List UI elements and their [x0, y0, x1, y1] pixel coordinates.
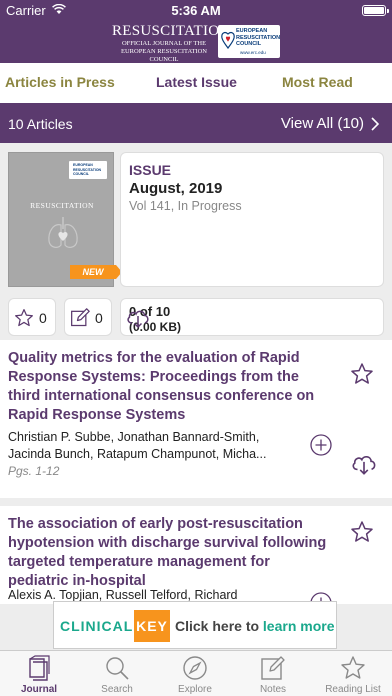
article-authors: Christian P. Subbe, Jonathan Bannard-Smi…: [8, 430, 267, 461]
cover-erc-logo: EUROPEAN RESUSCITATION COUNCIL: [69, 161, 107, 179]
article-list-item[interactable]: Quality metrics for the evaluation of Ra…: [0, 340, 392, 498]
battery-icon: [362, 5, 389, 16]
issue-favorites-button[interactable]: 0: [8, 298, 56, 336]
issue-notes-button[interactable]: 0: [64, 298, 112, 336]
view-all-button[interactable]: View All (10): [281, 115, 364, 132]
tab-search[interactable]: Search: [78, 655, 156, 695]
erc-logo: EUROPEAN RESUSCITATION COUNCIL www.erc.e…: [218, 25, 280, 58]
erc-line-3: COUNCIL: [236, 41, 262, 47]
star-icon[interactable]: [350, 520, 374, 544]
cloud-download-icon[interactable]: [351, 452, 377, 476]
lungs-icon: [48, 217, 78, 248]
issue-label: ISSUE: [129, 162, 172, 178]
clock: 5:36 AM: [171, 3, 221, 18]
article-pages: Pgs. 1-12: [8, 464, 60, 478]
cloud-download-icon: [127, 310, 149, 329]
favorites-count: 0: [39, 310, 47, 326]
bottom-tab-bar: Journal Search Explore Notes Reading Lis…: [0, 650, 392, 696]
ad-brand-clinical: CLINICAL: [60, 618, 134, 634]
tab-reading-list-label: Reading List: [325, 684, 381, 695]
journal-icon: [29, 655, 50, 681]
tab-notes-label: Notes: [259, 684, 287, 695]
article-title[interactable]: Quality metrics for the evaluation of Ra…: [8, 349, 330, 425]
star-icon: [15, 309, 33, 327]
notes-icon: [261, 656, 285, 680]
status-bar: Carrier 5:36 AM: [0, 0, 392, 20]
star-icon: [341, 656, 365, 679]
erc-name: EUROPEAN RESUSCITATION COUNCIL: [236, 28, 280, 48]
heart-lungs-icon: [221, 32, 235, 49]
issue-download-button[interactable]: 0 of 10 (0.00 KB): [120, 298, 384, 336]
tab-notes[interactable]: Notes: [234, 655, 312, 695]
ad-cta-prefix: Click here to: [175, 618, 263, 634]
cover-title: RESUSCITATION: [30, 201, 94, 210]
cover-erc-text: EUROPEAN RESUSCITATION COUNCIL: [73, 163, 102, 176]
clinicalkey-ad-banner[interactable]: CLINICAL KEY Click here to learn more: [53, 601, 337, 649]
chevron-right-icon[interactable]: [371, 117, 379, 131]
article-count: 10 Articles: [8, 116, 73, 132]
logo-subtitle-line-1: OFFICIAL JOURNAL OF THE: [121, 40, 207, 47]
compass-icon: [183, 656, 207, 680]
app-header: RESUSCITATION OFFICIAL JOURNAL OF THE EU…: [0, 20, 392, 63]
star-icon[interactable]: [350, 362, 374, 386]
ad-cta-link[interactable]: learn more: [263, 618, 335, 634]
ad-brand-key: KEY: [134, 610, 170, 642]
tab-latest-issue[interactable]: Latest Issue: [156, 74, 237, 90]
article-count-bar: 10 Articles View All (10): [0, 103, 392, 143]
tab-articles-in-press[interactable]: Articles in Press: [5, 74, 115, 90]
search-icon: [106, 657, 129, 680]
add-to-reading-list-icon[interactable]: [310, 434, 332, 456]
journal-logo: RESUSCITATION OFFICIAL JOURNAL OF THE EU…: [112, 23, 231, 64]
new-badge: NEW: [70, 265, 122, 279]
article-list-item[interactable]: The association of early post-resuscitat…: [0, 506, 392, 604]
tab-explore[interactable]: Explore: [156, 655, 234, 695]
issue-date: August, 2019: [129, 180, 223, 197]
logo-title: RESUSCITATION: [112, 23, 231, 39]
tab-search-label: Search: [101, 684, 133, 695]
tab-journal-label: Journal: [20, 684, 58, 695]
tab-journal[interactable]: Journal: [0, 655, 78, 695]
article-title[interactable]: The association of early post-resuscitat…: [8, 515, 330, 591]
tab-explore-label: Explore: [178, 684, 212, 695]
issue-tabs: Articles in Press Latest Issue Most Read: [0, 63, 392, 103]
tab-reading-list[interactable]: Reading List: [314, 655, 392, 695]
edit-note-icon: [71, 308, 90, 327]
ad-cta[interactable]: Click here to learn more: [175, 618, 335, 634]
notes-count: 0: [95, 310, 103, 326]
issue-volume: Vol 141, In Progress: [129, 199, 242, 213]
issue-info-panel[interactable]: ISSUE August, 2019 Vol 141, In Progress: [120, 152, 384, 287]
erc-url: www.erc.edu: [240, 50, 266, 55]
tab-most-read[interactable]: Most Read: [282, 74, 353, 90]
logo-subtitle-line-2: EUROPEAN RESUSCITATION COUNCIL: [121, 48, 207, 63]
